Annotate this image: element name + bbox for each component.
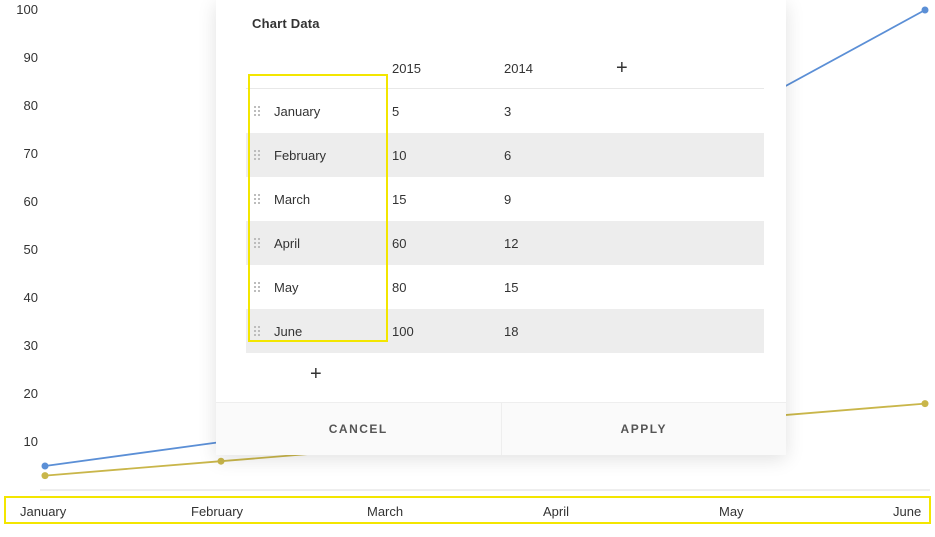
grid-row: February 106: [246, 133, 764, 177]
cell-value[interactable]: 9: [504, 192, 616, 207]
row-category[interactable]: February: [274, 148, 326, 163]
cell-value[interactable]: 15: [504, 280, 616, 295]
cell-value[interactable]: 15: [392, 192, 504, 207]
y-tick: 20: [10, 386, 38, 401]
cell-value[interactable]: 80: [392, 280, 504, 295]
grid-row: January 53: [246, 89, 764, 133]
data-grid: 2015 2014 + January53February106March159…: [216, 49, 786, 402]
drag-handle-icon[interactable]: [254, 150, 260, 160]
grid-row: March 159: [246, 177, 764, 221]
x-tick: March: [367, 504, 403, 519]
x-tick: April: [543, 504, 569, 519]
cell-value[interactable]: 18: [504, 324, 616, 339]
y-tick: 100: [10, 2, 38, 17]
dialog-actions: CANCEL APPLY: [216, 402, 786, 455]
chart-data-dialog: Chart Data 2015 2014 + January 53 February…: [216, 0, 786, 455]
col-header-0[interactable]: 2015: [392, 61, 504, 76]
x-tick: June: [893, 504, 921, 519]
row-category[interactable]: May: [274, 280, 299, 295]
row-category[interactable]: June: [274, 324, 302, 339]
cell-value[interactable]: 12: [504, 236, 616, 251]
drag-handle-icon[interactable]: [254, 282, 260, 292]
cell-value[interactable]: 10: [392, 148, 504, 163]
cell-value[interactable]: 5: [392, 104, 504, 119]
x-tick: January: [20, 504, 66, 519]
x-tick: May: [719, 504, 744, 519]
cell-value[interactable]: 100: [392, 324, 504, 339]
y-tick: 30: [10, 338, 38, 353]
y-tick: 90: [10, 50, 38, 65]
add-row-button[interactable]: +: [246, 353, 764, 402]
cell-value[interactable]: 60: [392, 236, 504, 251]
cell-value[interactable]: 3: [504, 104, 616, 119]
drag-handle-icon[interactable]: [254, 326, 260, 336]
grid-row: April 6012: [246, 221, 764, 265]
add-column-button[interactable]: +: [616, 57, 656, 80]
drag-handle-icon[interactable]: [254, 106, 260, 116]
y-tick: 70: [10, 146, 38, 161]
y-tick: 40: [10, 290, 38, 305]
cell-value[interactable]: 6: [504, 148, 616, 163]
grid-row: June 10018: [246, 309, 764, 353]
dialog-title: Chart Data: [216, 0, 786, 49]
grid-row: May 8015: [246, 265, 764, 309]
drag-handle-icon[interactable]: [254, 194, 260, 204]
row-category[interactable]: March: [274, 192, 310, 207]
cancel-button[interactable]: CANCEL: [216, 403, 502, 455]
col-header-1[interactable]: 2014: [504, 61, 616, 76]
grid-header-row: 2015 2014 +: [246, 49, 764, 89]
y-tick: 60: [10, 194, 38, 209]
drag-handle-icon[interactable]: [254, 238, 260, 248]
y-tick: 50: [10, 242, 38, 257]
row-category[interactable]: April: [274, 236, 300, 251]
x-tick: February: [191, 504, 243, 519]
y-tick: 10: [10, 434, 38, 449]
row-category[interactable]: January: [274, 104, 320, 119]
y-tick: 80: [10, 98, 38, 113]
apply-button[interactable]: APPLY: [502, 403, 787, 455]
